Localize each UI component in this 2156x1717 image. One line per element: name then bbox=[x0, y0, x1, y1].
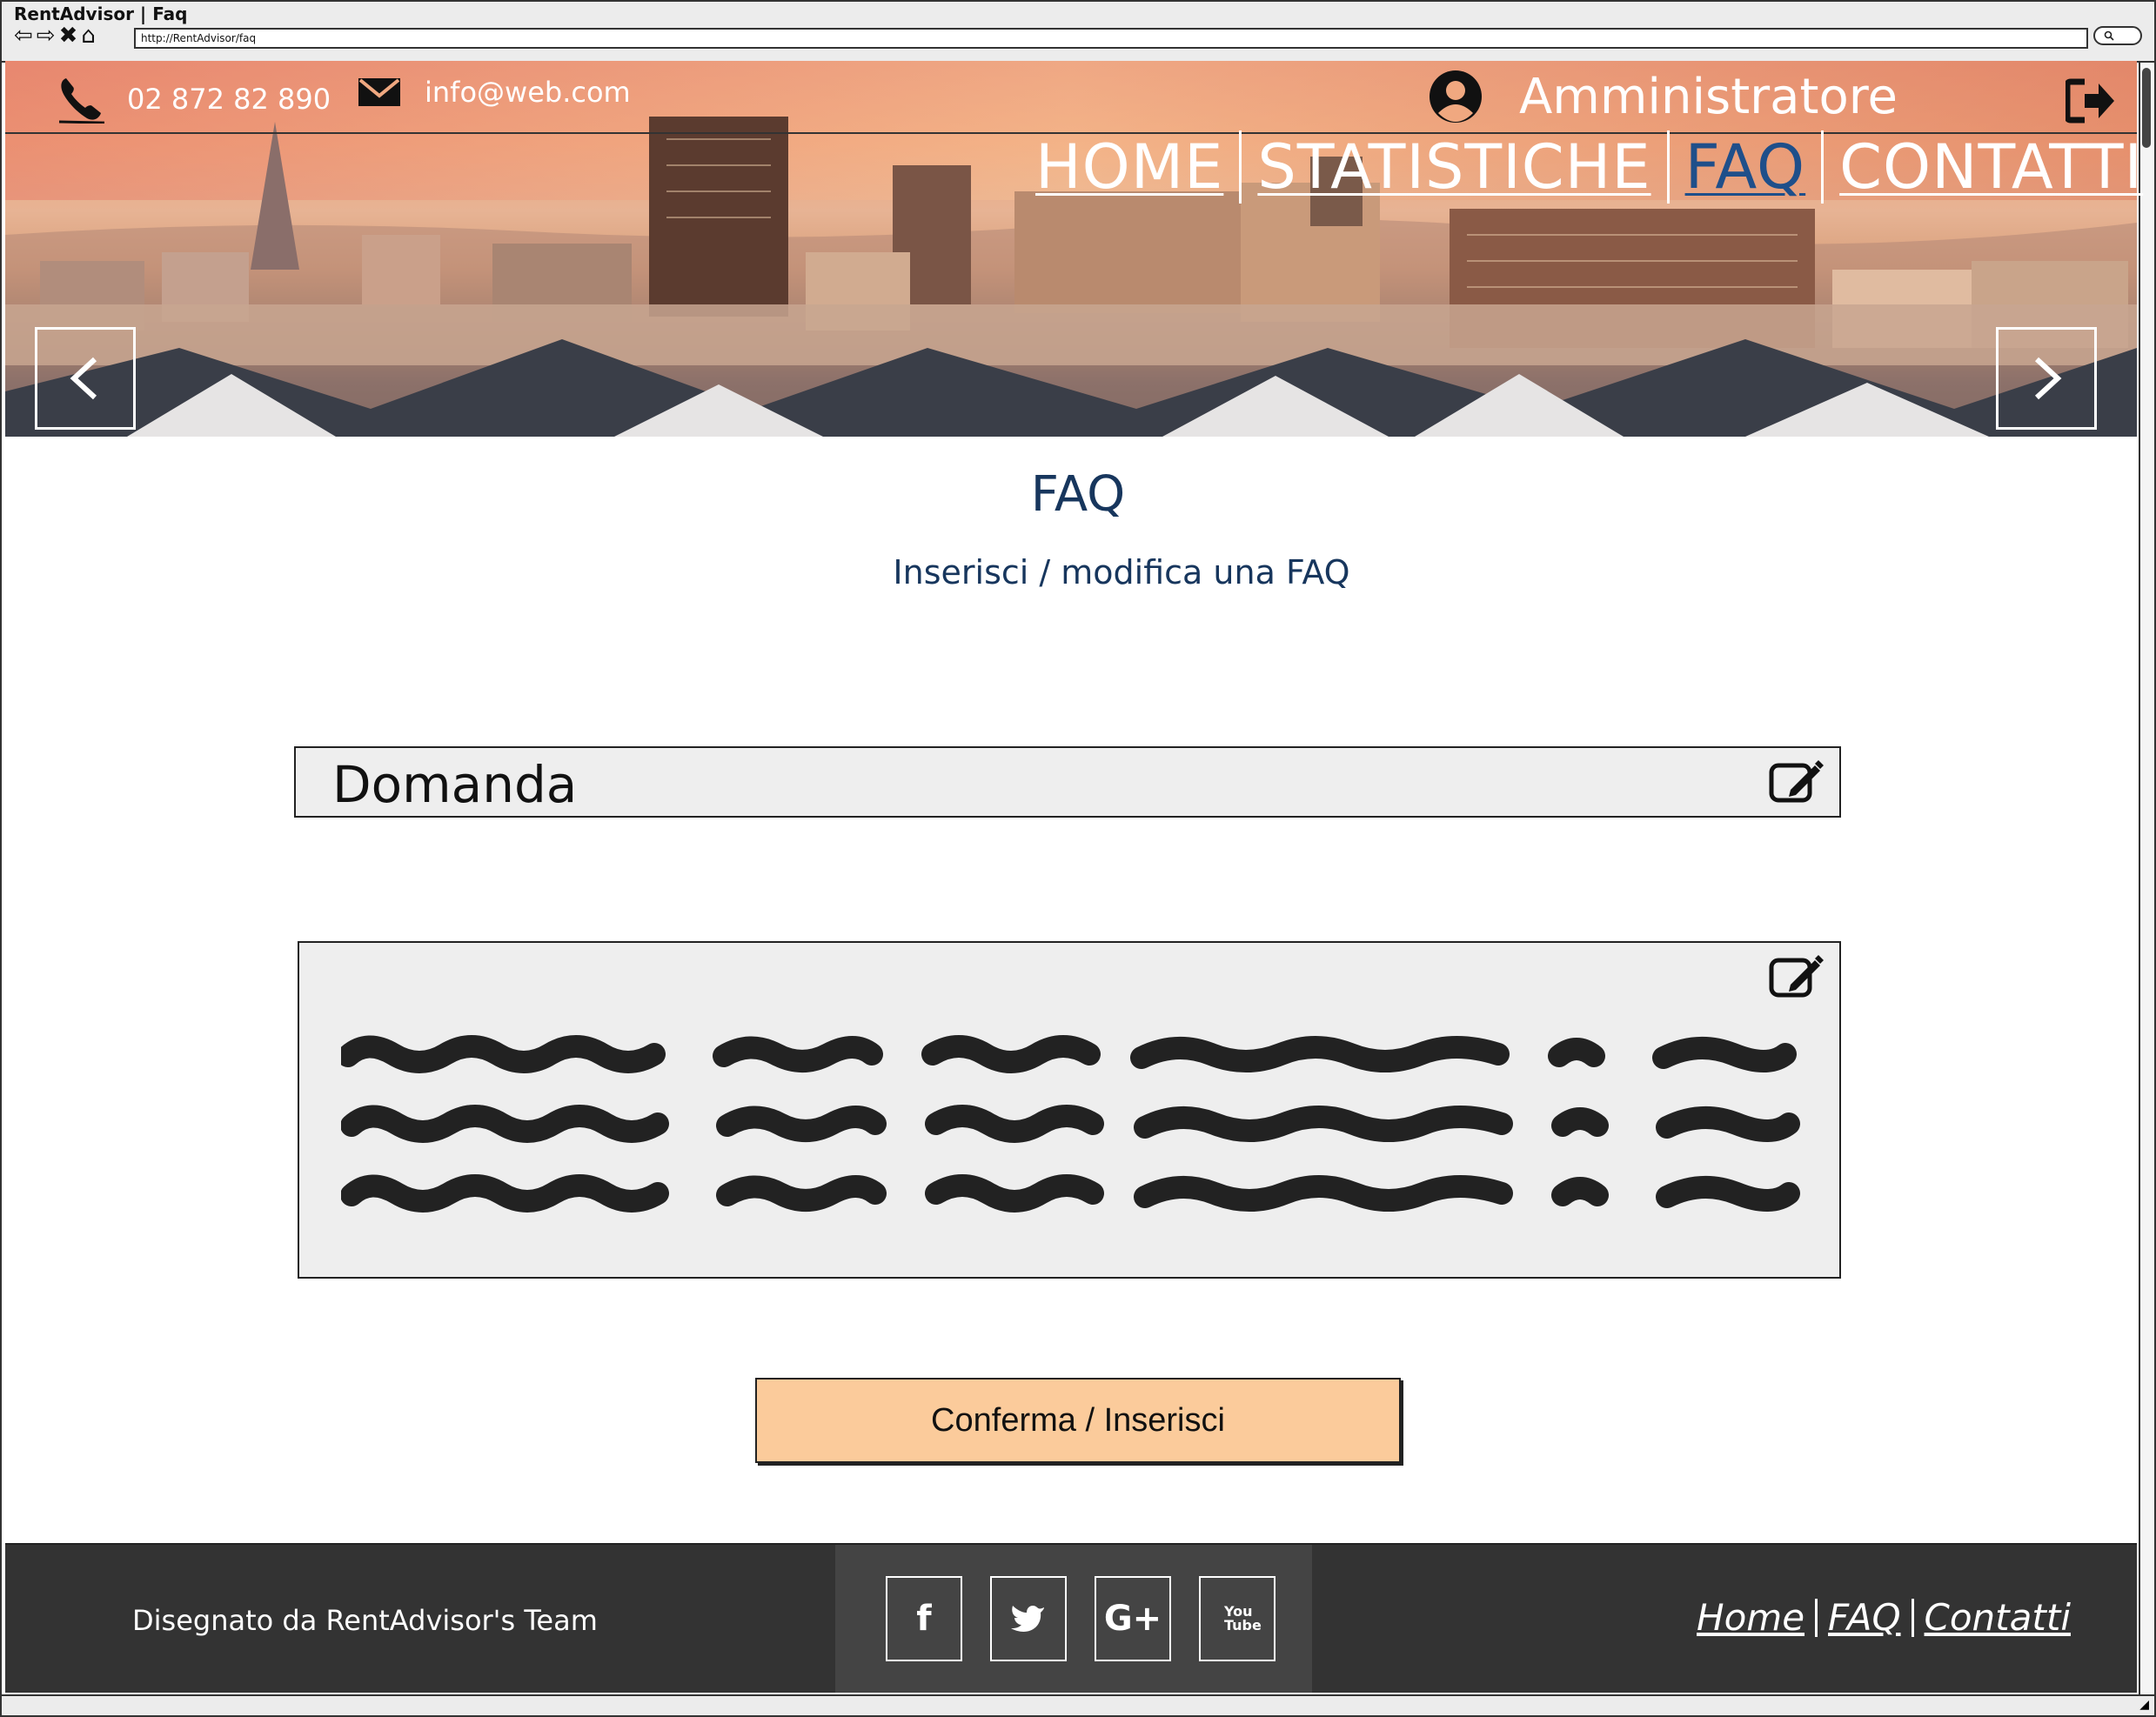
question-label: Domanda bbox=[332, 755, 578, 814]
nav-home[interactable]: HOME bbox=[1020, 130, 1242, 204]
main-navigation: HOME STATISTICHE FAQ CONTATTI bbox=[1020, 130, 2156, 204]
resize-grip-icon[interactable]: ◢ bbox=[2139, 1698, 2149, 1712]
edit-icon[interactable] bbox=[1768, 757, 1825, 805]
chevron-right-icon bbox=[2034, 357, 2062, 400]
mail-icon bbox=[358, 78, 400, 106]
question-input[interactable]: Domanda bbox=[294, 746, 1841, 818]
vertical-scrollbar[interactable] bbox=[2139, 63, 2154, 1694]
edit-icon[interactable] bbox=[1768, 952, 1825, 1000]
phone-number: 02 872 82 890 bbox=[127, 83, 331, 116]
back-arrow-icon[interactable]: ⇦ bbox=[14, 23, 37, 49]
user-menu[interactable]: Amministratore bbox=[1427, 68, 1898, 125]
answer-textarea[interactable] bbox=[298, 941, 1841, 1279]
youtube-icon[interactable]: You Tube bbox=[1199, 1576, 1276, 1661]
nav-contatti[interactable]: CONTATTI bbox=[1824, 130, 2156, 204]
page-title: FAQ bbox=[1030, 466, 1126, 523]
twitter-icon[interactable] bbox=[990, 1576, 1067, 1661]
facebook-icon[interactable]: f bbox=[886, 1576, 962, 1661]
chevron-left-icon bbox=[70, 357, 97, 400]
logout-icon bbox=[2064, 78, 2114, 124]
nav-faq[interactable]: FAQ bbox=[1670, 130, 1825, 204]
carousel-next-button[interactable] bbox=[1996, 327, 2097, 430]
browser-titlebar: RentAdvisor | Faq ⇦⇨✖⌂ http://RentAdviso… bbox=[2, 2, 2154, 63]
address-bar[interactable]: http://RentAdvisor/faq bbox=[134, 28, 2088, 49]
footer-links: Home FAQ Contatti bbox=[1686, 1599, 2081, 1637]
nav-statistiche[interactable]: STATISTICHE bbox=[1242, 130, 1670, 204]
stop-icon[interactable]: ✖ bbox=[59, 23, 82, 49]
google-plus-icon[interactable]: G+ bbox=[1095, 1576, 1171, 1661]
status-bar: ◢ bbox=[2, 1694, 2154, 1715]
search-icon[interactable] bbox=[2093, 26, 2142, 45]
page-subtitle: Inserisci / modifica una FAQ bbox=[893, 553, 1350, 591]
email-address: info@web.com bbox=[425, 76, 631, 109]
placeholder-scribble bbox=[341, 1035, 1800, 1213]
confirm-insert-button[interactable]: Conferma / Inserisci bbox=[755, 1378, 1401, 1463]
footer-credits: Disegnato da RentAdvisor's Team bbox=[132, 1604, 598, 1637]
footer: Disegnato da RentAdvisor's Team f G+ You… bbox=[5, 1543, 2137, 1693]
user-icon bbox=[1430, 70, 1482, 123]
footer-link-home[interactable]: Home bbox=[1686, 1599, 1818, 1637]
contact-phone: 02 872 82 890 bbox=[56, 75, 331, 124]
browser-nav-buttons: ⇦⇨✖⌂ bbox=[14, 23, 99, 49]
phone-icon bbox=[58, 78, 104, 124]
window-title: RentAdvisor | Faq bbox=[14, 3, 188, 24]
social-links: f G+ You Tube bbox=[835, 1545, 1312, 1693]
logout-button[interactable] bbox=[2064, 78, 2116, 127]
user-label: Amministratore bbox=[1519, 68, 1898, 125]
carousel-prev-button[interactable] bbox=[35, 327, 136, 430]
contact-email: info@web.com bbox=[357, 75, 631, 110]
home-icon[interactable]: ⌂ bbox=[81, 23, 99, 49]
footer-link-faq[interactable]: FAQ bbox=[1818, 1599, 1914, 1637]
footer-link-contatti[interactable]: Contatti bbox=[1914, 1599, 2081, 1637]
forward-arrow-icon[interactable]: ⇨ bbox=[37, 23, 59, 49]
